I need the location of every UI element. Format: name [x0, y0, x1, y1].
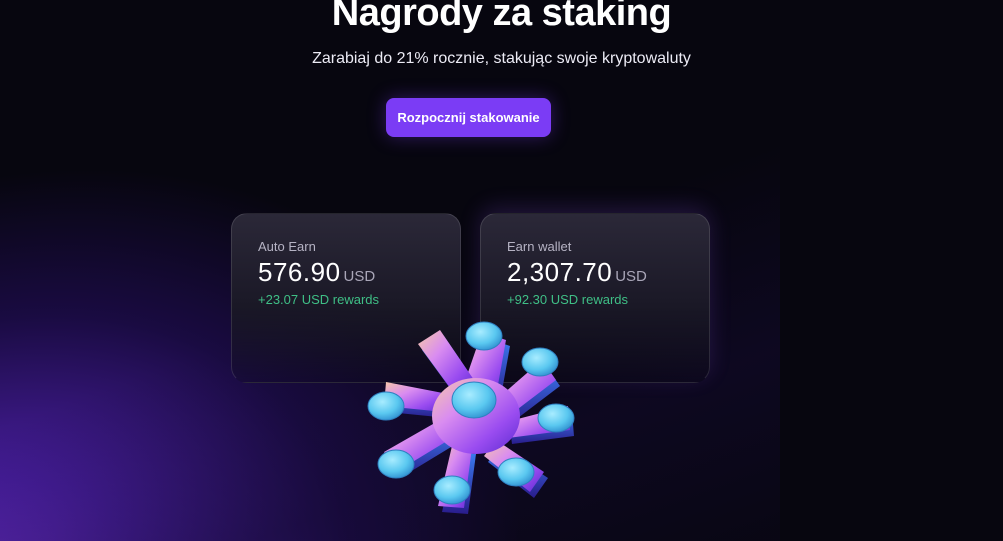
amount-currency: USD — [615, 268, 647, 285]
card-rewards: +92.30 USD rewards — [507, 292, 629, 307]
card-label: Earn wallet — [507, 239, 572, 254]
page-title: Nagrody za staking — [331, 0, 672, 34]
card-rewards: +23.07 USD rewards — [258, 292, 380, 307]
hero-subtitle: Zarabiaj do 21% rocznie, stakując swoje … — [312, 50, 691, 67]
amount-value: 2,307.70 — [507, 257, 613, 287]
start-staking-button[interactable]: Rozpocznij stakowanie — [386, 98, 551, 137]
card-amount: 576.90 USD — [258, 257, 375, 288]
amount-currency: USD — [343, 268, 376, 285]
card-label: Auto Earn — [258, 239, 316, 254]
asterisk-token-icon — [367, 321, 575, 514]
card-amount: 2,307.70 USD — [507, 257, 647, 288]
amount-value: 576.90 — [258, 257, 341, 287]
